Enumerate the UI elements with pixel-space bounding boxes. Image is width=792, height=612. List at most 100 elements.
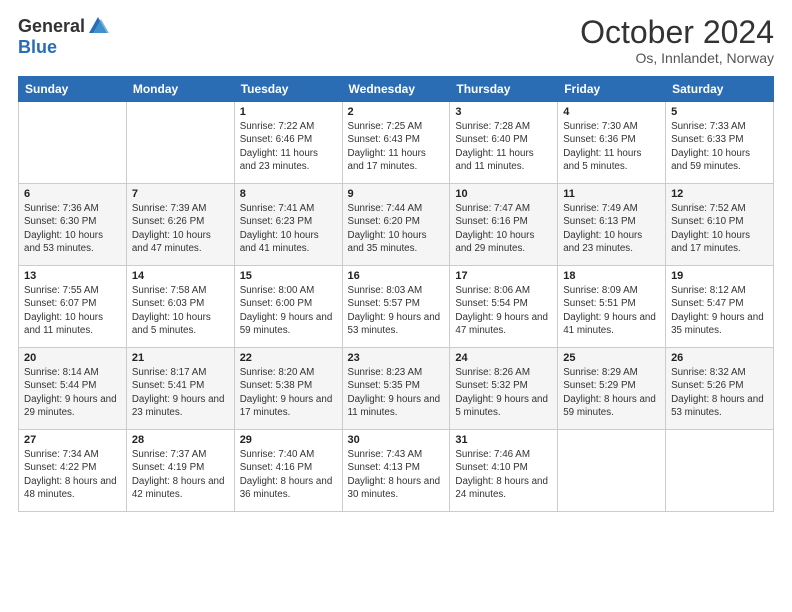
- cell-info: Sunrise: 8:06 AMSunset: 5:54 PMDaylight:…: [455, 284, 552, 337]
- cell-info: Sunrise: 8:17 AMSunset: 5:41 PMDaylight:…: [132, 366, 229, 419]
- calendar-table: Sunday Monday Tuesday Wednesday Thursday…: [18, 76, 774, 512]
- table-row: 20 Sunrise: 8:14 AMSunset: 5:44 PMDaylig…: [19, 348, 127, 430]
- cell-date: 2: [348, 106, 445, 118]
- table-row: 2 Sunrise: 7:25 AMSunset: 6:43 PMDayligh…: [342, 102, 450, 184]
- cell-date: 13: [24, 270, 121, 282]
- cell-date: 19: [671, 270, 768, 282]
- cell-info: Sunrise: 7:47 AMSunset: 6:16 PMDaylight:…: [455, 202, 552, 255]
- cell-info: Sunrise: 7:58 AMSunset: 6:03 PMDaylight:…: [132, 284, 229, 337]
- week-row-4: 20 Sunrise: 8:14 AMSunset: 5:44 PMDaylig…: [19, 348, 774, 430]
- cell-info: Sunrise: 8:14 AMSunset: 5:44 PMDaylight:…: [24, 366, 121, 419]
- cell-info: Sunrise: 7:28 AMSunset: 6:40 PMDaylight:…: [455, 120, 552, 173]
- table-row: 4 Sunrise: 7:30 AMSunset: 6:36 PMDayligh…: [558, 102, 666, 184]
- table-row: 13 Sunrise: 7:55 AMSunset: 6:07 PMDaylig…: [19, 266, 127, 348]
- table-row: 14 Sunrise: 7:58 AMSunset: 6:03 PMDaylig…: [126, 266, 234, 348]
- cell-date: 26: [671, 352, 768, 364]
- cell-date: 29: [240, 434, 337, 446]
- table-row: 17 Sunrise: 8:06 AMSunset: 5:54 PMDaylig…: [450, 266, 558, 348]
- week-row-5: 27 Sunrise: 7:34 AMSunset: 4:22 PMDaylig…: [19, 430, 774, 512]
- cell-info: Sunrise: 7:55 AMSunset: 6:07 PMDaylight:…: [24, 284, 121, 337]
- cell-info: Sunrise: 7:22 AMSunset: 6:46 PMDaylight:…: [240, 120, 337, 173]
- cell-info: Sunrise: 8:26 AMSunset: 5:32 PMDaylight:…: [455, 366, 552, 419]
- table-row: 30 Sunrise: 7:43 AMSunset: 4:13 PMDaylig…: [342, 430, 450, 512]
- cell-date: 6: [24, 188, 121, 200]
- table-row: 29 Sunrise: 7:40 AMSunset: 4:16 PMDaylig…: [234, 430, 342, 512]
- table-row: 3 Sunrise: 7:28 AMSunset: 6:40 PMDayligh…: [450, 102, 558, 184]
- table-row: 31 Sunrise: 7:46 AMSunset: 4:10 PMDaylig…: [450, 430, 558, 512]
- cell-date: 28: [132, 434, 229, 446]
- cell-date: 27: [24, 434, 121, 446]
- week-row-2: 6 Sunrise: 7:36 AMSunset: 6:30 PMDayligh…: [19, 184, 774, 266]
- col-wednesday: Wednesday: [342, 77, 450, 102]
- col-thursday: Thursday: [450, 77, 558, 102]
- cell-info: Sunrise: 7:36 AMSunset: 6:30 PMDaylight:…: [24, 202, 121, 255]
- cell-date: 3: [455, 106, 552, 118]
- cell-date: 20: [24, 352, 121, 364]
- table-row: [558, 430, 666, 512]
- cell-info: Sunrise: 7:49 AMSunset: 6:13 PMDaylight:…: [563, 202, 660, 255]
- cell-info: Sunrise: 7:37 AMSunset: 4:19 PMDaylight:…: [132, 448, 229, 501]
- cell-date: 25: [563, 352, 660, 364]
- cell-date: 21: [132, 352, 229, 364]
- col-monday: Monday: [126, 77, 234, 102]
- table-row: [126, 102, 234, 184]
- table-row: 6 Sunrise: 7:36 AMSunset: 6:30 PMDayligh…: [19, 184, 127, 266]
- cell-date: 12: [671, 188, 768, 200]
- cell-info: Sunrise: 7:33 AMSunset: 6:33 PMDaylight:…: [671, 120, 768, 173]
- cell-date: 24: [455, 352, 552, 364]
- table-row: 28 Sunrise: 7:37 AMSunset: 4:19 PMDaylig…: [126, 430, 234, 512]
- logo-blue-text: Blue: [18, 37, 57, 58]
- cell-info: Sunrise: 7:34 AMSunset: 4:22 PMDaylight:…: [24, 448, 121, 501]
- table-row: 24 Sunrise: 8:26 AMSunset: 5:32 PMDaylig…: [450, 348, 558, 430]
- cell-info: Sunrise: 7:40 AMSunset: 4:16 PMDaylight:…: [240, 448, 337, 501]
- cell-info: Sunrise: 7:44 AMSunset: 6:20 PMDaylight:…: [348, 202, 445, 255]
- cell-info: Sunrise: 8:32 AMSunset: 5:26 PMDaylight:…: [671, 366, 768, 419]
- table-row: 19 Sunrise: 8:12 AMSunset: 5:47 PMDaylig…: [666, 266, 774, 348]
- cell-info: Sunrise: 8:00 AMSunset: 6:00 PMDaylight:…: [240, 284, 337, 337]
- cell-info: Sunrise: 8:23 AMSunset: 5:35 PMDaylight:…: [348, 366, 445, 419]
- cell-info: Sunrise: 7:30 AMSunset: 6:36 PMDaylight:…: [563, 120, 660, 173]
- cell-date: 1: [240, 106, 337, 118]
- cell-info: Sunrise: 8:09 AMSunset: 5:51 PMDaylight:…: [563, 284, 660, 337]
- table-row: 1 Sunrise: 7:22 AMSunset: 6:46 PMDayligh…: [234, 102, 342, 184]
- col-sunday: Sunday: [19, 77, 127, 102]
- cell-date: 7: [132, 188, 229, 200]
- table-row: 5 Sunrise: 7:33 AMSunset: 6:33 PMDayligh…: [666, 102, 774, 184]
- page: General Blue October 2024 Os, Innlandet,…: [0, 0, 792, 612]
- main-title: October 2024: [580, 15, 774, 50]
- cell-date: 4: [563, 106, 660, 118]
- table-row: 21 Sunrise: 8:17 AMSunset: 5:41 PMDaylig…: [126, 348, 234, 430]
- logo-general-text: General: [18, 16, 85, 37]
- table-row: 9 Sunrise: 7:44 AMSunset: 6:20 PMDayligh…: [342, 184, 450, 266]
- table-row: 18 Sunrise: 8:09 AMSunset: 5:51 PMDaylig…: [558, 266, 666, 348]
- logo: General Blue: [18, 15, 109, 58]
- col-tuesday: Tuesday: [234, 77, 342, 102]
- cell-date: 11: [563, 188, 660, 200]
- cell-info: Sunrise: 8:03 AMSunset: 5:57 PMDaylight:…: [348, 284, 445, 337]
- cell-info: Sunrise: 7:41 AMSunset: 6:23 PMDaylight:…: [240, 202, 337, 255]
- cell-date: 14: [132, 270, 229, 282]
- cell-info: Sunrise: 8:20 AMSunset: 5:38 PMDaylight:…: [240, 366, 337, 419]
- cell-info: Sunrise: 7:43 AMSunset: 4:13 PMDaylight:…: [348, 448, 445, 501]
- table-row: 8 Sunrise: 7:41 AMSunset: 6:23 PMDayligh…: [234, 184, 342, 266]
- cell-info: Sunrise: 7:39 AMSunset: 6:26 PMDaylight:…: [132, 202, 229, 255]
- cell-date: 10: [455, 188, 552, 200]
- table-row: [666, 430, 774, 512]
- cell-date: 17: [455, 270, 552, 282]
- table-row: [19, 102, 127, 184]
- cell-info: Sunrise: 7:25 AMSunset: 6:43 PMDaylight:…: [348, 120, 445, 173]
- table-row: 11 Sunrise: 7:49 AMSunset: 6:13 PMDaylig…: [558, 184, 666, 266]
- table-row: 7 Sunrise: 7:39 AMSunset: 6:26 PMDayligh…: [126, 184, 234, 266]
- cell-date: 16: [348, 270, 445, 282]
- table-row: 22 Sunrise: 8:20 AMSunset: 5:38 PMDaylig…: [234, 348, 342, 430]
- header: General Blue October 2024 Os, Innlandet,…: [18, 15, 774, 66]
- week-row-1: 1 Sunrise: 7:22 AMSunset: 6:46 PMDayligh…: [19, 102, 774, 184]
- location-subtitle: Os, Innlandet, Norway: [580, 50, 774, 66]
- cell-date: 22: [240, 352, 337, 364]
- cell-info: Sunrise: 7:52 AMSunset: 6:10 PMDaylight:…: [671, 202, 768, 255]
- cell-info: Sunrise: 8:29 AMSunset: 5:29 PMDaylight:…: [563, 366, 660, 419]
- cell-date: 18: [563, 270, 660, 282]
- table-row: 16 Sunrise: 8:03 AMSunset: 5:57 PMDaylig…: [342, 266, 450, 348]
- table-row: 27 Sunrise: 7:34 AMSunset: 4:22 PMDaylig…: [19, 430, 127, 512]
- title-block: October 2024 Os, Innlandet, Norway: [580, 15, 774, 66]
